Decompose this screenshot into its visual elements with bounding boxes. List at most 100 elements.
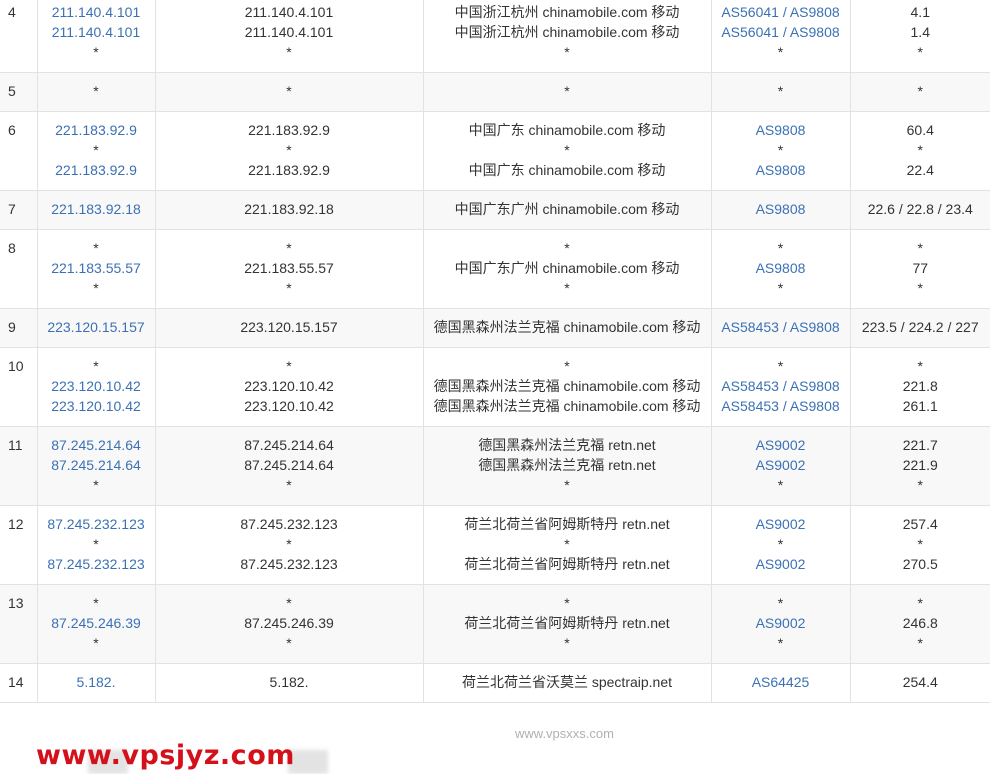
location-cell-line: * [564, 635, 570, 651]
location-cell-line: * [564, 595, 570, 611]
hostname-cell-line: 221.183.55.57 [244, 260, 334, 276]
location-cell-line: 中国广东 chinamobile.com 移动 [468, 122, 666, 138]
hostname-cell-line: 211.140.4.101 [244, 4, 334, 20]
location-cell-line: 中国广东 chinamobile.com 移动 [468, 162, 666, 178]
hop-number: 10 [0, 347, 38, 427]
location-cell-line: * [564, 477, 570, 493]
table-row: 8 * 221.183.55.57 * * 221.183.55.57 * * 中国广东广州 c… [0, 229, 990, 309]
asn-cell: AS56041 / AS9808 AS56041 / AS9808 * [711, 0, 851, 73]
table-row: 11 87.245.214.64 87.245.214.64 * 87.245.214.… [0, 426, 990, 506]
ip-cell-line[interactable]: 87.245.214.64 [42, 435, 151, 455]
ip-cell-line[interactable]: 211.140.4.101 [42, 2, 151, 22]
hostname-cell-line: 87.245.232.123 [240, 556, 338, 572]
ip-cell-line: * [93, 595, 99, 611]
location-cell: 荷兰北荷兰省阿姆斯特丹 retn.net * 荷兰北荷兰省阿姆斯特丹 retn.ne… [423, 505, 712, 585]
ip-cell-line: * [93, 44, 99, 60]
ip-cell: * 221.183.55.57 * [37, 229, 156, 309]
ip-cell-line[interactable]: 221.183.55.57 [42, 258, 151, 278]
ip-cell: 87.245.214.64 87.245.214.64 * [37, 426, 156, 506]
hostname-cell-line: 221.183.92.18 [244, 201, 334, 217]
location-cell-line: 中国广东广州 chinamobile.com 移动 [454, 260, 680, 276]
asn-cell: AS9808 * AS9808 [711, 111, 851, 191]
asn-cell-line: * [777, 44, 784, 60]
hop-number: 6 [0, 111, 38, 191]
location-cell-line: * [564, 83, 570, 99]
asn-cell-line[interactable]: AS9808 [716, 258, 846, 278]
hostname-cell: 221.183.92.9 * 221.183.92.9 [155, 111, 424, 191]
hostname-cell: 5.182. [155, 663, 424, 703]
latency-cell: * 221.8 261.1 [850, 347, 990, 427]
ip-cell-line[interactable]: 87.245.232.123 [42, 514, 151, 534]
latency-cell-line: * [917, 477, 923, 493]
location-cell-line: * [564, 280, 570, 296]
asn-cell-line[interactable]: AS9002 [716, 613, 846, 633]
asn-cell-line[interactable]: AS56041 / AS9808 [716, 2, 846, 22]
hostname-cell: * 223.120.10.42 223.120.10.42 [155, 347, 424, 427]
latency-cell: * [850, 72, 990, 112]
asn-cell: * AS9002 * [711, 584, 851, 664]
asn-cell-line[interactable]: AS64425 [716, 672, 846, 692]
location-cell: 中国浙江杭州 chinamobile.com 移动 中国浙江杭州 chinamob… [423, 0, 712, 73]
hop-number: 12 [0, 505, 38, 585]
latency-cell-line: * [917, 44, 923, 60]
hop-number: 14 [0, 663, 38, 703]
location-cell-line: 中国广东广州 chinamobile.com 移动 [454, 201, 680, 217]
location-cell-line: 中国浙江杭州 chinamobile.com 移动 [454, 4, 680, 20]
ip-cell-line: * [93, 477, 99, 493]
ip-cell-line[interactable]: 223.120.10.42 [42, 376, 151, 396]
ip-cell-line: * [93, 358, 99, 374]
asn-cell-line[interactable]: AS9808 [716, 160, 846, 180]
asn-cell-line[interactable]: AS58453 / AS9808 [716, 317, 846, 337]
ip-cell-line[interactable]: 211.140.4.101 [42, 22, 151, 42]
asn-cell-line[interactable]: AS56041 / AS9808 [716, 22, 846, 42]
asn-cell-line[interactable]: AS58453 / AS9808 [716, 396, 846, 416]
table-row: 12 87.245.232.123 * 87.245.232.123 87.245.23… [0, 505, 990, 585]
table-row: 10 * 223.120.10.42 223.120.10.42 * 223.120.10… [0, 347, 990, 427]
ip-cell-line[interactable]: 221.183.92.18 [42, 199, 151, 219]
latency-cell-line: 246.8 [902, 615, 938, 631]
latency-cell-line: * [917, 142, 923, 158]
latency-cell-line: * [917, 240, 923, 256]
ip-cell-line[interactable]: 87.245.246.39 [42, 613, 151, 633]
ip-cell-line: * [93, 142, 99, 158]
ip-cell-line[interactable]: 87.245.214.64 [42, 455, 151, 475]
asn-cell: * [711, 72, 851, 112]
hostname-cell-line: 211.140.4.101 [244, 24, 334, 40]
asn-cell-line: * [777, 142, 784, 158]
latency-cell: 223.5 / 224.2 / 227 [850, 308, 990, 348]
latency-cell: 4.1 1.4 * [850, 0, 990, 73]
hop-number: 4 [0, 0, 38, 73]
hostname-cell-line: 87.245.232.123 [240, 516, 338, 532]
table-row: 4 211.140.4.101 211.140.4.101 * 211.140.4.10… [0, 0, 990, 73]
hostname-cell: 87.245.232.123 * 87.245.232.123 [155, 505, 424, 585]
asn-cell-line[interactable]: AS9002 [716, 554, 846, 574]
ip-cell-line[interactable]: 221.183.92.9 [42, 120, 151, 140]
ip-cell-line[interactable]: 5.182. [42, 672, 151, 692]
asn-cell-line[interactable]: AS9002 [716, 514, 846, 534]
location-cell-line: * [564, 358, 570, 374]
latency-cell-line: 77 [912, 260, 929, 276]
location-cell-line: 德国黑森州法兰克福 chinamobile.com 移动 [433, 398, 701, 414]
asn-cell-line[interactable]: AS9808 [716, 120, 846, 140]
ip-cell: * 223.120.10.42 223.120.10.42 [37, 347, 156, 427]
hop-number: 13 [0, 584, 38, 664]
asn-cell-line[interactable]: AS9808 [716, 199, 846, 219]
asn-cell: * AS58453 / AS9808 AS58453 / AS9808 [711, 347, 851, 427]
asn-cell-line[interactable]: AS9002 [716, 455, 846, 475]
asn-cell-line[interactable]: AS58453 / AS9808 [716, 376, 846, 396]
hop-number: 11 [0, 426, 38, 506]
hostname-cell: * [155, 72, 424, 112]
asn-cell-line: * [777, 635, 784, 651]
location-cell-line: 荷兰北荷兰省阿姆斯特丹 retn.net [464, 556, 670, 572]
asn-cell-line[interactable]: AS9002 [716, 435, 846, 455]
ip-cell-line[interactable]: 87.245.232.123 [42, 554, 151, 574]
hostname-cell: * 221.183.55.57 * [155, 229, 424, 309]
ip-cell-line[interactable]: 223.120.10.42 [42, 396, 151, 416]
hostname-cell-line: 5.182. [269, 674, 309, 690]
ip-cell-line[interactable]: 223.120.15.157 [42, 317, 151, 337]
asn-cell-line: * [777, 477, 784, 493]
latency-cell-line: 257.4 [902, 516, 938, 532]
asn-cell-line: * [777, 280, 784, 296]
latency-cell: 221.7 221.9 * [850, 426, 990, 506]
ip-cell-line[interactable]: 221.183.92.9 [42, 160, 151, 180]
